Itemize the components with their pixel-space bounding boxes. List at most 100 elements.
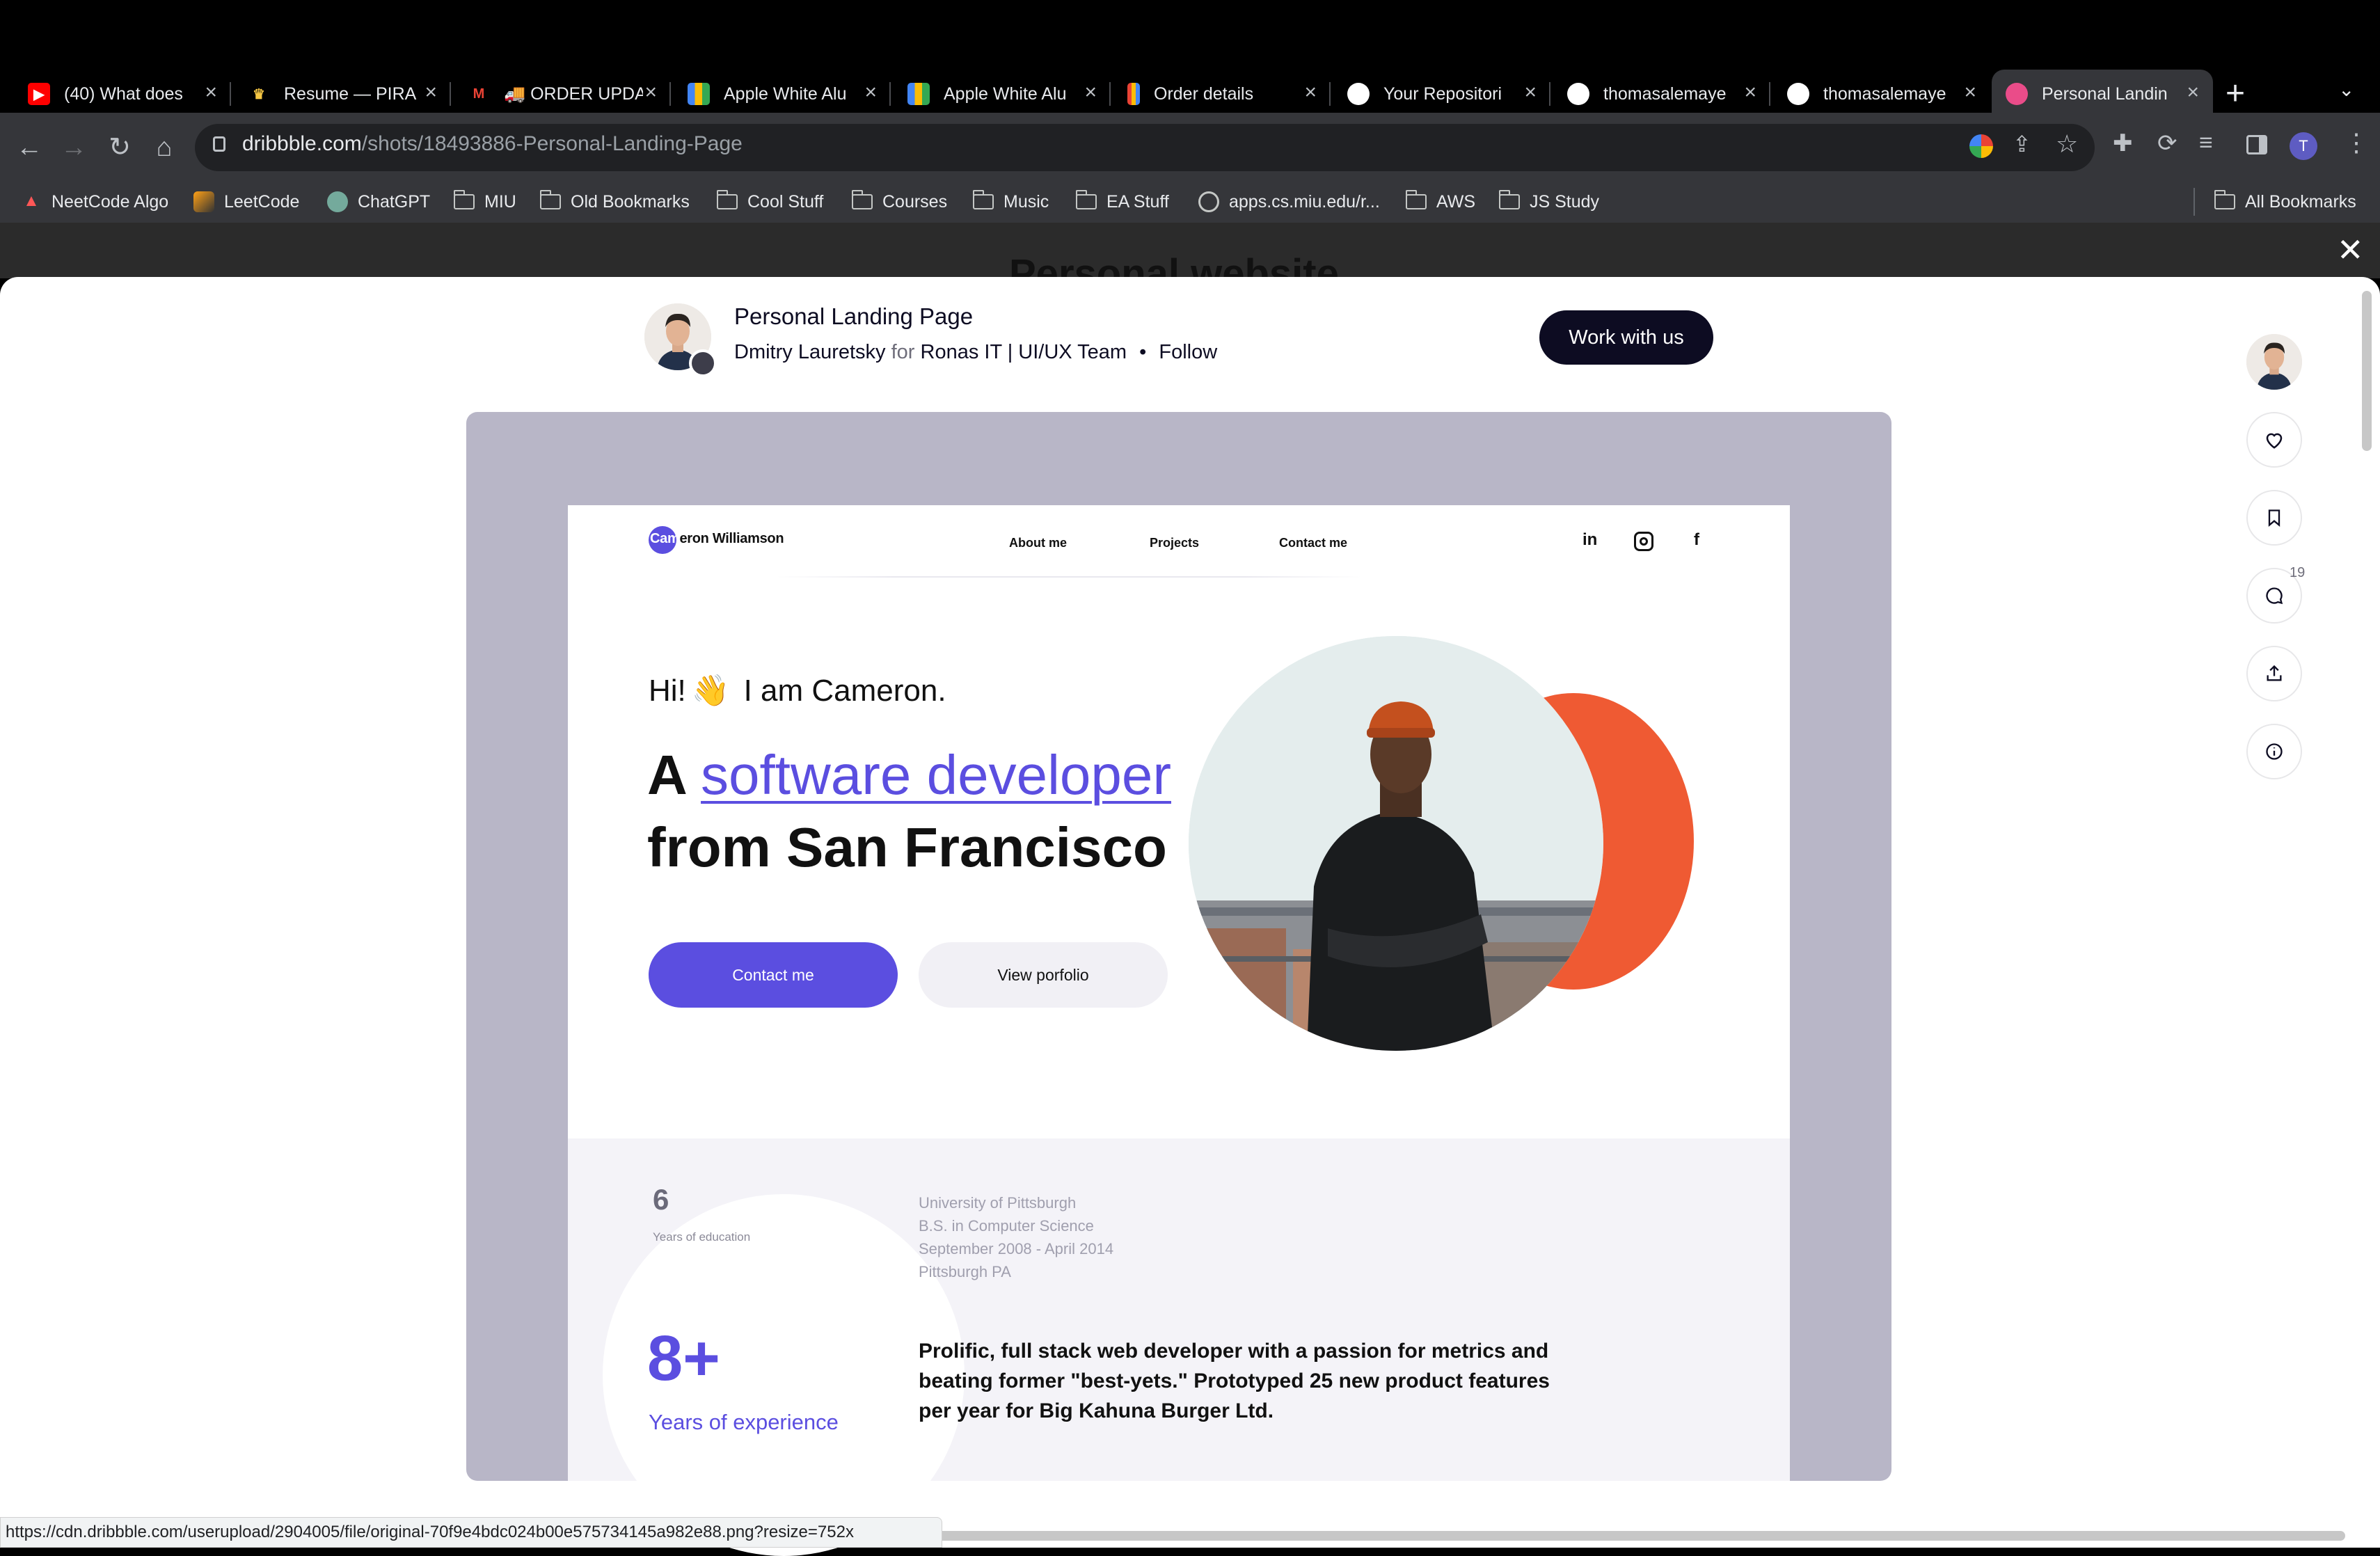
bookmark-label: NeetCode Algo xyxy=(51,191,169,212)
tab-title: Apple White Alu xyxy=(724,84,847,104)
close-tab-icon[interactable]: × xyxy=(1304,81,1317,104)
bookmark-label: MIU xyxy=(484,191,516,212)
all-bookmarks-button[interactable]: All Bookmarks xyxy=(2214,186,2356,217)
facebook-icon: f xyxy=(1694,530,1699,549)
horizontal-scrollbar[interactable] xyxy=(933,1531,2345,1541)
mockup-education: University of Pittsburgh B.S. in Compute… xyxy=(919,1191,1113,1283)
folder-icon xyxy=(852,190,873,209)
education-line: B.S. in Computer Science xyxy=(919,1217,1094,1235)
extensions-icon[interactable]: ✚ xyxy=(2113,129,2133,157)
bookmark-item[interactable]: LeetCode xyxy=(193,186,299,217)
author-name[interactable]: Dmitry Lauretsky xyxy=(734,341,886,363)
close-tab-icon[interactable]: × xyxy=(1524,81,1537,104)
like-button[interactable] xyxy=(2246,412,2302,468)
bookmark-label: JS Study xyxy=(1530,191,1600,212)
lock-icon[interactable] xyxy=(213,136,225,152)
close-tab-icon[interactable]: × xyxy=(1964,81,1976,104)
tab-title: Order details xyxy=(1154,84,1254,104)
tab-resume[interactable]: ♛ Resume — PIRA × xyxy=(234,70,451,118)
bookmark-item[interactable]: ▲ NeetCode Algo xyxy=(21,186,168,217)
mockup-portrait-photo xyxy=(1189,636,1603,1051)
mockup-years-education-label: Years of education xyxy=(653,1230,751,1244)
tab-gmail[interactable]: M 🚚 ORDER UPDA × xyxy=(454,70,671,118)
bookmark-item[interactable]: ChatGPT xyxy=(327,186,430,217)
bookmark-label: Music xyxy=(1003,191,1049,212)
details-button[interactable] xyxy=(2246,724,2302,779)
bookmark-folder[interactable]: Old Bookmarks xyxy=(540,186,690,217)
mockup-experience-label: Years of experience xyxy=(649,1410,839,1434)
tab-github-repos[interactable]: Your Repositori × xyxy=(1333,70,1550,118)
home-icon[interactable]: ⌂ xyxy=(149,132,180,163)
folder-icon xyxy=(1076,190,1097,209)
tab-separator xyxy=(450,82,451,106)
google-lens-icon[interactable] xyxy=(1969,134,1993,158)
tab-personal-landing[interactable]: Personal Landin × xyxy=(1992,70,2213,118)
menu-icon[interactable]: ⋮ xyxy=(2344,128,2369,157)
tab-title: Personal Landin xyxy=(2042,84,2168,104)
status-url: https://cdn.dribbble.com/userupload/2904… xyxy=(6,1523,854,1541)
github-icon xyxy=(1567,83,1589,105)
comment-count: 19 xyxy=(2290,565,2306,580)
bookmark-folder[interactable]: EA Stuff xyxy=(1076,186,1169,217)
vertical-scrollbar[interactable] xyxy=(2362,291,2372,451)
logo-highlight: Cam xyxy=(650,531,680,546)
close-tab-icon[interactable]: × xyxy=(864,81,877,104)
close-tab-icon[interactable]: × xyxy=(2187,81,2199,104)
url-text[interactable]: dribbble.com/shots/18493886-Personal-Lan… xyxy=(242,132,743,156)
profile-avatar[interactable]: T xyxy=(2290,132,2317,160)
extension-icon[interactable]: ⟳ xyxy=(2157,129,2177,157)
mockup-greeting: Hi! 👋 I am Cameron. xyxy=(649,672,946,708)
bullet-separator: • xyxy=(1139,341,1147,363)
greeting-name: I am Cameron. xyxy=(743,674,946,708)
tab-separator xyxy=(669,82,671,106)
tab-separator xyxy=(1109,82,1111,106)
upload-icon xyxy=(2267,665,2282,681)
reload-icon[interactable]: ↻ xyxy=(104,132,135,163)
side-author-avatar[interactable] xyxy=(2246,334,2302,390)
mockup-nav-divider xyxy=(777,576,1361,578)
bookmark-folder[interactable]: JS Study xyxy=(1499,186,1599,217)
url-path: /shots/18493886-Personal-Landing-Page xyxy=(361,132,743,155)
close-tab-icon[interactable]: × xyxy=(1744,81,1756,104)
share-button[interactable] xyxy=(2246,646,2302,701)
close-tab-icon[interactable]: × xyxy=(1084,81,1097,104)
forward-icon[interactable]: → xyxy=(58,132,89,163)
shot-byline: Dmitry Lauretsky for Ronas IT | UI/UX Te… xyxy=(734,341,1217,364)
tab-github-user-2[interactable]: thomasalemaye × xyxy=(1773,70,1990,118)
side-panel-icon[interactable] xyxy=(2246,135,2267,154)
bookmark-folder[interactable]: Cool Stuff xyxy=(717,186,823,217)
tab-apple-1[interactable]: Apple White Alu × xyxy=(674,70,891,118)
bookmark-folder[interactable]: AWS xyxy=(1406,186,1475,217)
bookmark-folder[interactable]: Courses xyxy=(852,186,947,217)
tab-youtube[interactable]: ▶ (40) What does × xyxy=(14,70,231,118)
waving-hand-icon: 👋 xyxy=(691,674,730,708)
bookmark-folder[interactable]: MIU xyxy=(454,186,516,217)
close-icon[interactable]: ✕ xyxy=(2337,231,2364,269)
tab-title: (40) What does xyxy=(64,84,183,104)
bookmark-item[interactable]: apps.cs.miu.edu/r... xyxy=(1198,186,1380,217)
tab-apple-2[interactable]: Apple White Alu × xyxy=(894,70,1111,118)
tab-separator xyxy=(1549,82,1550,106)
back-icon[interactable]: ← xyxy=(14,132,45,163)
close-tab-icon[interactable]: × xyxy=(644,81,657,104)
team-name[interactable]: Ronas IT | UI/UX Team xyxy=(921,341,1127,363)
tab-search-icon[interactable]: ⌄ xyxy=(2338,78,2354,101)
share-icon[interactable]: ⇪ xyxy=(2013,131,2031,157)
education-line: September 2008 - April 2014 xyxy=(919,1240,1114,1257)
work-with-us-button[interactable]: Work with us xyxy=(1539,310,1713,365)
bookmark-label: LeetCode xyxy=(224,191,300,212)
close-tab-icon[interactable]: × xyxy=(205,81,217,104)
folder-icon xyxy=(540,190,561,209)
bookmark-label: apps.cs.miu.edu/r... xyxy=(1229,191,1380,212)
close-tab-icon[interactable]: × xyxy=(425,81,437,104)
bookmark-star-icon[interactable]: ☆ xyxy=(2056,129,2078,159)
bookmark-folder[interactable]: Music xyxy=(973,186,1049,217)
save-button[interactable] xyxy=(2246,490,2302,546)
new-tab-button[interactable]: + xyxy=(2226,75,2245,113)
tab-order-details[interactable]: Order details × xyxy=(1113,70,1331,118)
reading-list-icon[interactable]: ≡ xyxy=(2199,129,2213,157)
bookmark-label: ChatGPT xyxy=(358,191,431,212)
follow-link[interactable]: Follow xyxy=(1159,341,1217,363)
rocket-icon: ▲ xyxy=(23,191,40,210)
tab-github-user-1[interactable]: thomasalemaye × xyxy=(1553,70,1770,118)
